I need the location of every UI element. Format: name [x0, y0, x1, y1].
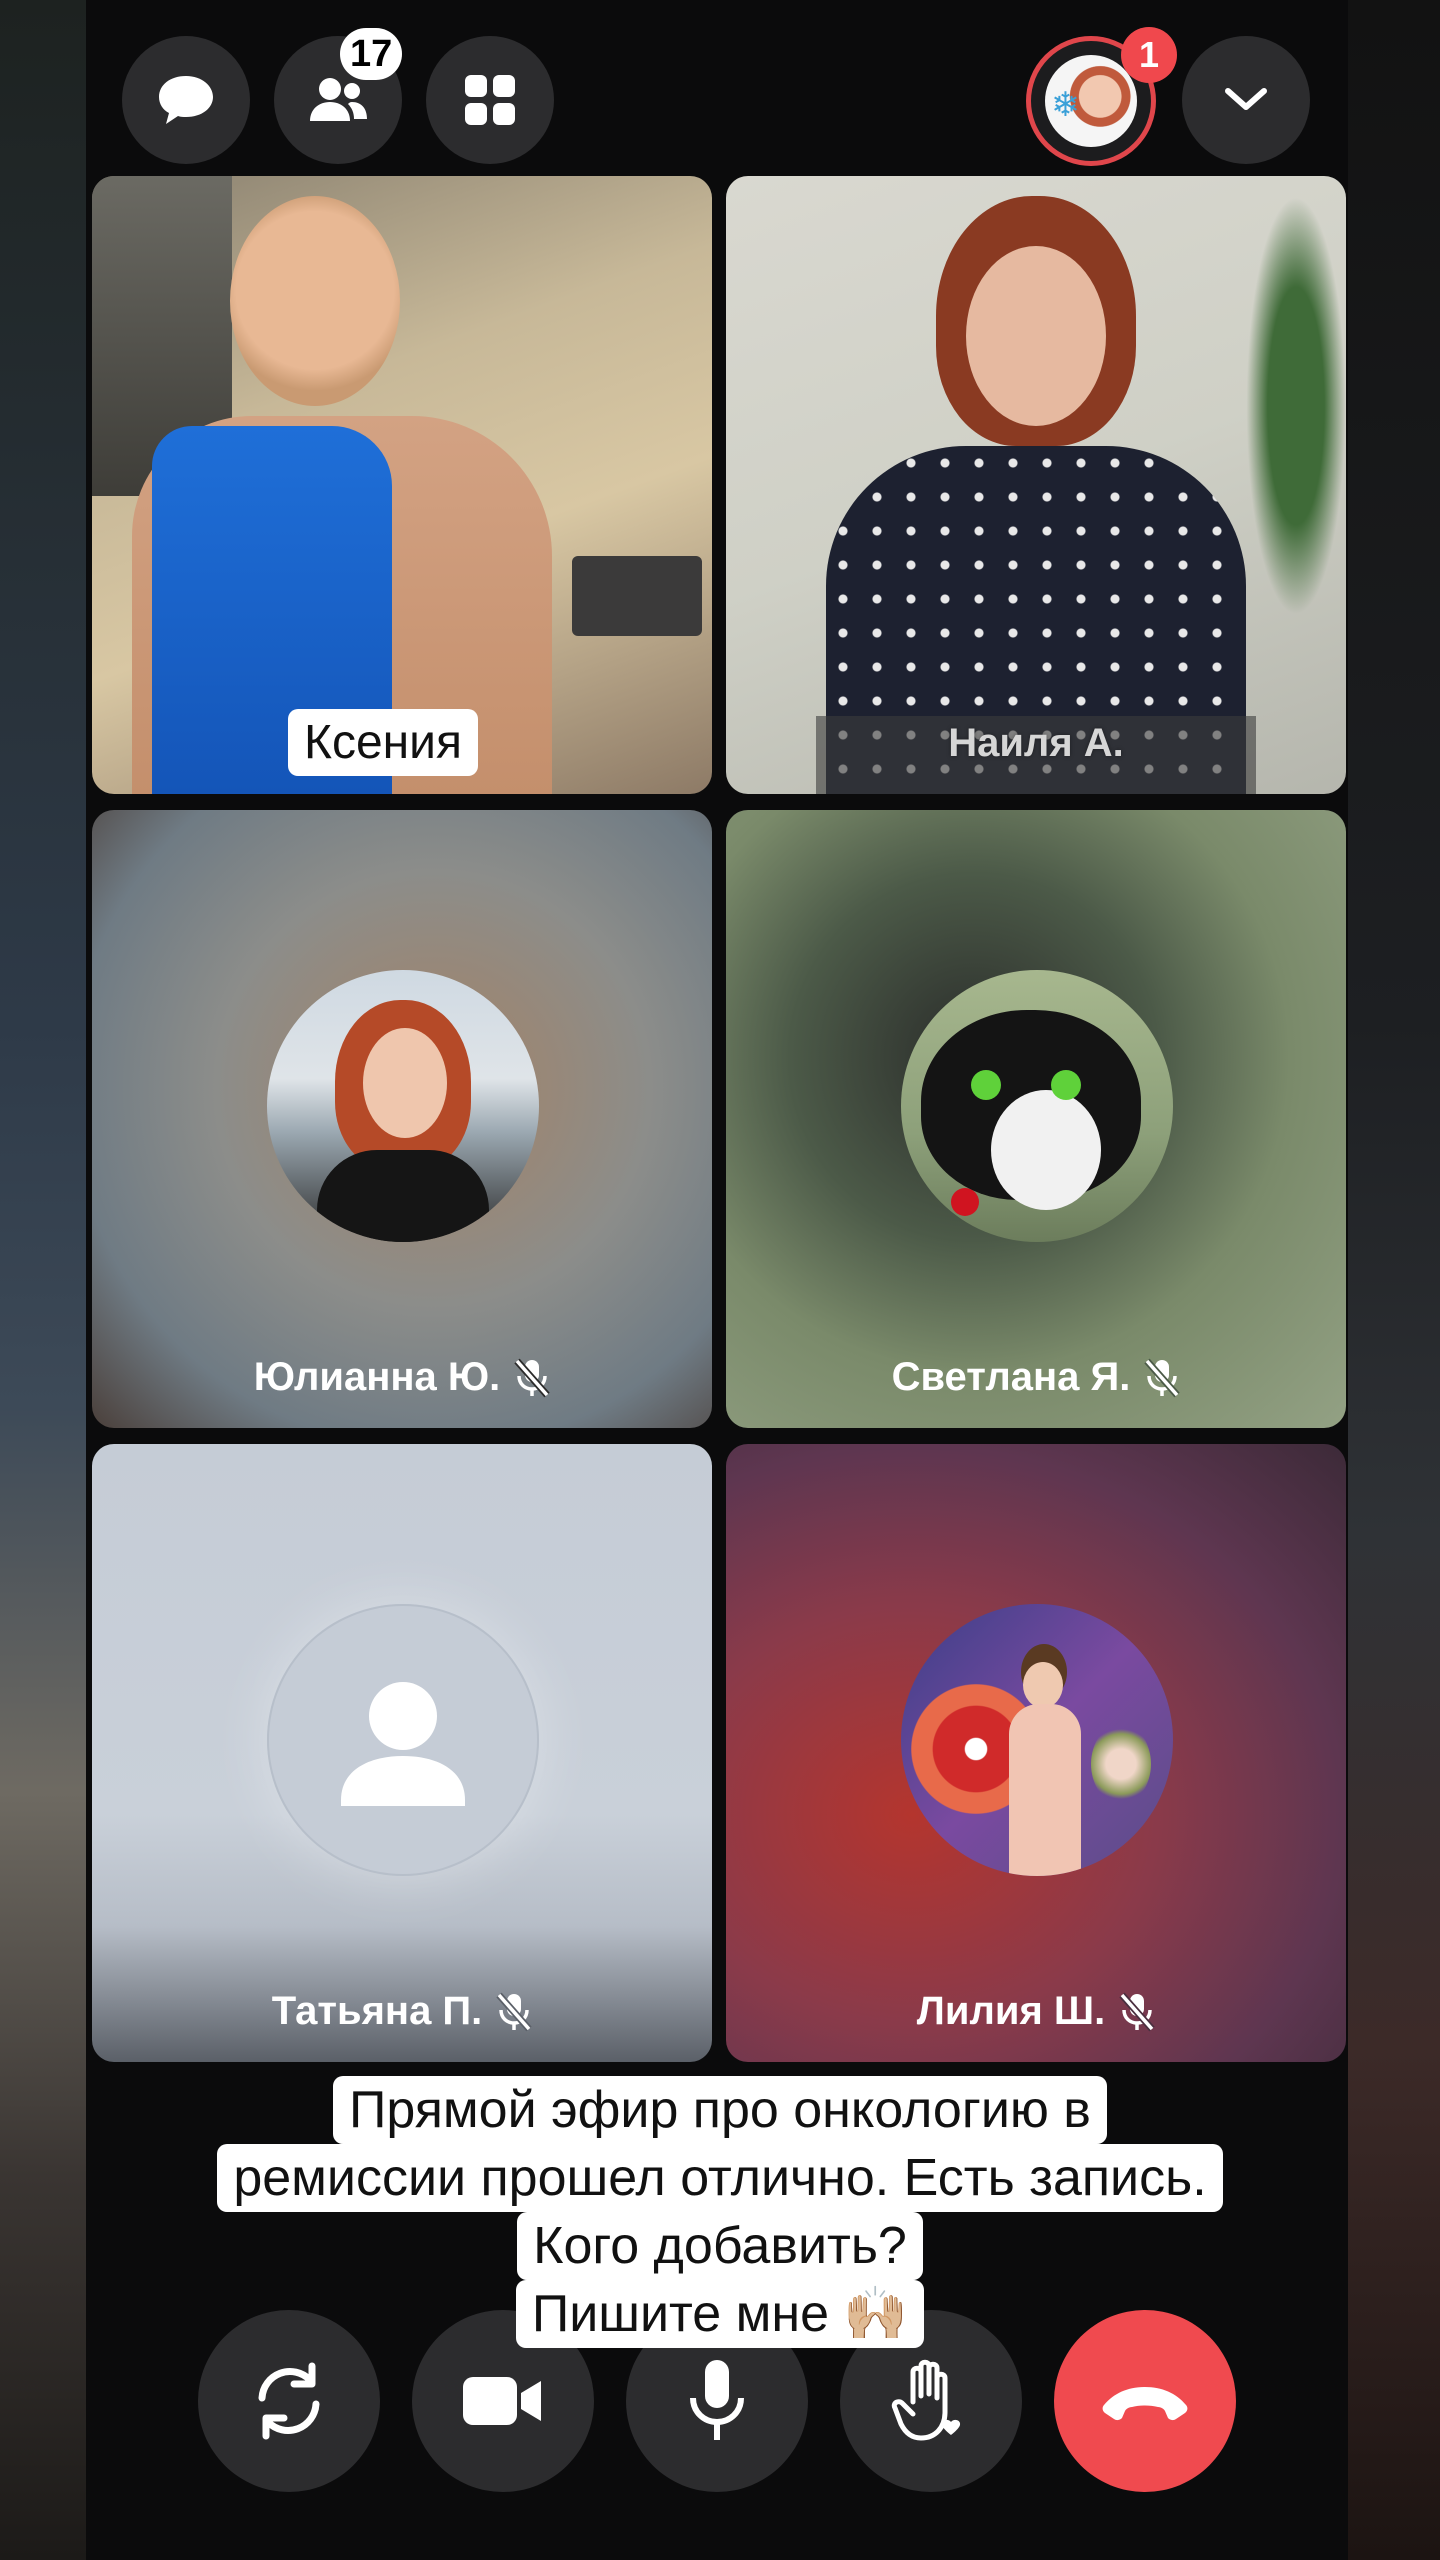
- mic-off-icon: [496, 1992, 532, 2031]
- layout-grid-button[interactable]: [426, 36, 554, 164]
- participant-tile-4[interactable]: Светлана Я.: [726, 810, 1346, 1428]
- participant-name-row: Юлианна Ю.: [92, 1355, 712, 1400]
- chat-bubble-icon: [159, 76, 213, 124]
- participant-avatar: [901, 1604, 1173, 1876]
- chevron-down-icon: [1225, 88, 1267, 110]
- caption-line-3: Кого добавить?: [517, 2212, 923, 2280]
- rotate-camera-icon: [258, 2362, 320, 2440]
- participant-tile-3[interactable]: Юлианна Ю.: [92, 810, 712, 1428]
- caption-line-1: Прямой эфир про онкологию в: [333, 2076, 1107, 2144]
- participant-avatar: [267, 1604, 539, 1876]
- participant-avatar: [267, 970, 539, 1242]
- chat-button[interactable]: [122, 36, 250, 164]
- participant-tile-5[interactable]: Татьяна П.: [92, 1444, 712, 2062]
- participant-avatar: [901, 970, 1173, 1242]
- video-camera-icon: [463, 2377, 541, 2425]
- participant-name: Лилия Ш.: [916, 1989, 1106, 2033]
- people-icon: [310, 78, 367, 121]
- participant-name-row: Лилия Ш.: [726, 1989, 1346, 2034]
- caption-line-2: ремиссии прошел отлично. Есть запись.: [217, 2144, 1223, 2212]
- caption-overlay: Прямой эфир про онкологию в ремиссии про…: [0, 2076, 1440, 2348]
- participant-name: Юлианна Ю.: [253, 1355, 501, 1399]
- phone-hangup-icon: [1102, 2387, 1188, 2421]
- participant-tile-6[interactable]: Лилия Ш.: [726, 1444, 1346, 2062]
- participant-name: Ксения: [288, 709, 478, 776]
- participant-video: [726, 176, 1346, 794]
- participant-tile-2[interactable]: Наиля А.: [726, 176, 1346, 794]
- caption-line-4: Пишите мне 🙌🏼: [515, 2280, 925, 2348]
- snowflake-icon: ❄: [1051, 86, 1080, 124]
- participants-count-badge: 17: [340, 28, 403, 80]
- microphone-icon: [690, 2360, 744, 2440]
- raise-hand-icon: [891, 2359, 961, 2441]
- participant-name: Татьяна П.: [271, 1989, 483, 2033]
- participants-button[interactable]: 17: [274, 28, 403, 164]
- participant-name: Светлана Я.: [891, 1355, 1131, 1399]
- grid-icon: [465, 75, 515, 125]
- default-user-icon: [341, 1682, 465, 1806]
- self-avatar-button[interactable]: ❄ 1: [1026, 27, 1177, 166]
- collapse-button[interactable]: [1182, 36, 1310, 164]
- mic-off-icon: [1119, 1992, 1155, 2031]
- notification-badge: 1: [1121, 27, 1177, 83]
- participant-name: Наиля А.: [948, 721, 1124, 765]
- participant-name-row: Татьяна П.: [92, 1989, 712, 2034]
- mic-off-icon: [514, 1358, 550, 1397]
- mic-off-icon: [1144, 1358, 1181, 1397]
- self-avatar: ❄: [1045, 55, 1137, 147]
- participant-tile-1[interactable]: Ксения: [92, 176, 712, 794]
- participant-video: [92, 176, 712, 794]
- participant-name-row: Светлана Я.: [726, 1355, 1346, 1400]
